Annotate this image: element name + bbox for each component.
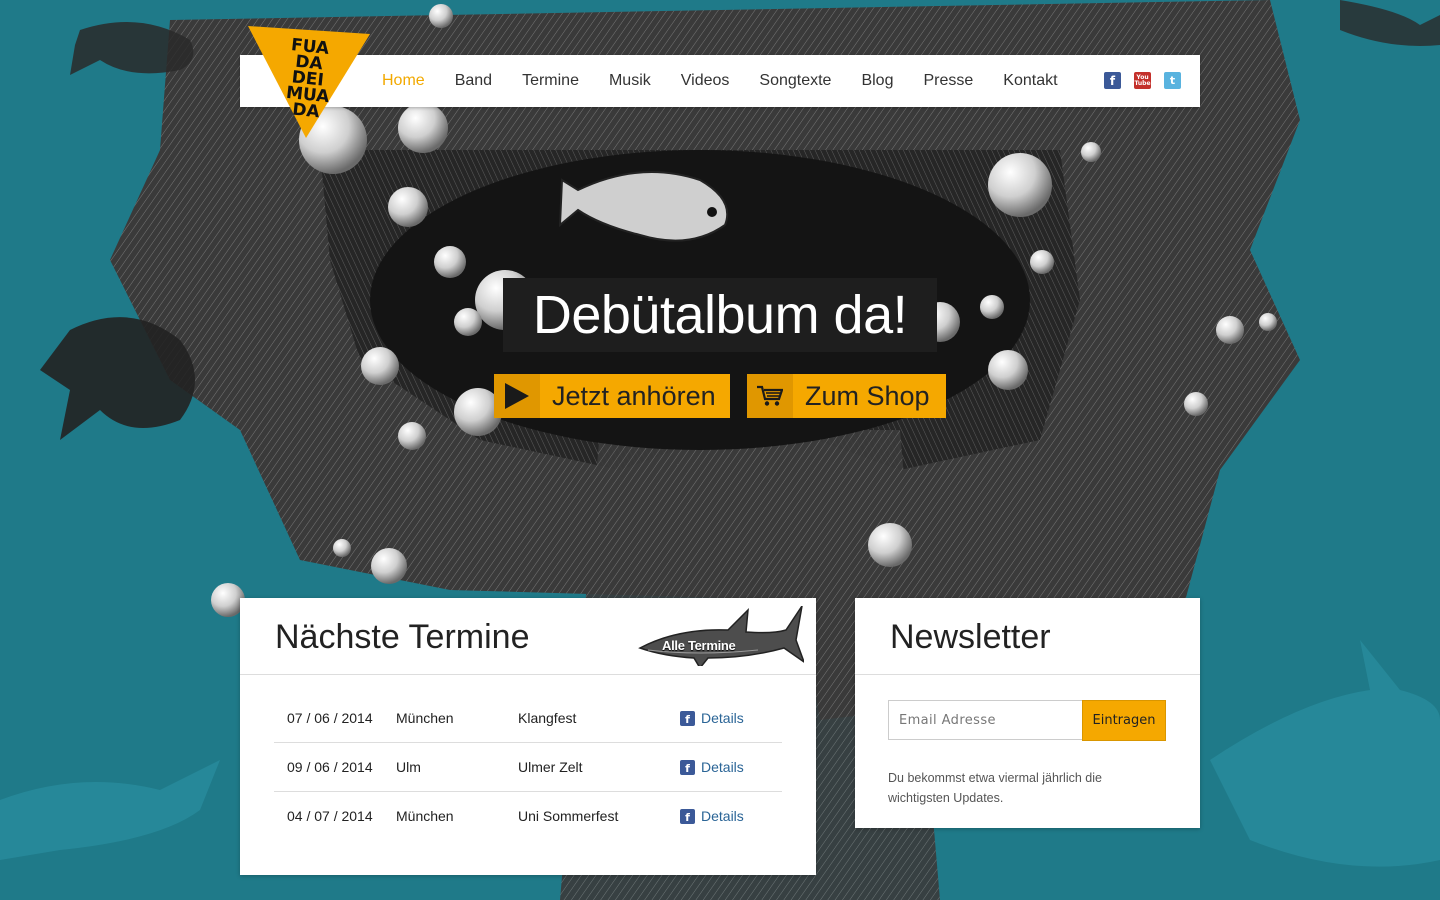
nav-band[interactable]: Band [455, 72, 492, 90]
facebook-icon: f [680, 759, 695, 775]
twitter-icon[interactable]: t [1164, 72, 1181, 89]
nav-blog[interactable]: Blog [861, 72, 893, 90]
details-link[interactable]: f Details [680, 710, 782, 726]
youtube-icon[interactable]: You Tube [1134, 72, 1151, 89]
nav-presse[interactable]: Presse [923, 72, 973, 90]
facebook-icon: f [680, 710, 695, 726]
shop-label: Zum Shop [805, 380, 930, 411]
all-dates-label: Alle Termine [662, 638, 736, 653]
svg-text:DA: DA [291, 100, 321, 123]
email-field[interactable] [888, 700, 1082, 740]
date-cell: 04 / 07 / 2014 [274, 791, 396, 840]
details-link[interactable]: f Details [680, 759, 782, 775]
city-cell: Ulm [396, 742, 518, 792]
nav-home[interactable]: Home [382, 72, 425, 90]
details-cell: f Details [680, 791, 782, 840]
details-label: Details [701, 808, 744, 824]
event-cell: Uni Sommerfest [518, 791, 680, 840]
details-cell: f Details [680, 694, 782, 743]
event-cell: Ulmer Zelt [518, 742, 680, 792]
shark-icon [638, 605, 806, 670]
facebook-icon[interactable]: f [1104, 72, 1121, 89]
nav-termine[interactable]: Termine [522, 72, 579, 90]
details-link[interactable]: f Details [680, 808, 782, 824]
facebook-icon: f [680, 808, 695, 824]
band-logo[interactable]: FUA DA DEI MUA DA [248, 26, 370, 138]
dates-table: 07 / 06 / 2014 München Klangfest f Detai… [274, 694, 782, 840]
date-cell: 09 / 06 / 2014 [274, 742, 396, 792]
shop-button[interactable]: Zum Shop [747, 374, 946, 418]
nav-videos[interactable]: Videos [681, 72, 730, 90]
table-row: 04 / 07 / 2014 München Uni Sommerfest f … [274, 791, 782, 840]
subscribe-button[interactable]: Eintragen [1082, 700, 1166, 741]
table-row: 09 / 06 / 2014 Ulm Ulmer Zelt f Details [274, 742, 782, 792]
newsletter-note: Du bekommst etwa viermal jährlich die wi… [888, 770, 1102, 805]
upcoming-dates-panel: Nächste Termine Alle Termine 07 / 06 / 2… [240, 598, 816, 875]
listen-now-button[interactable]: Jetzt anhören [494, 374, 730, 418]
details-label: Details [701, 759, 744, 775]
main-menu: Home Band Termine Musik Videos Songtexte… [382, 55, 1088, 107]
shopping-cart-icon [747, 374, 793, 418]
nav-kontakt[interactable]: Kontakt [1003, 72, 1057, 90]
youtube-icon-bottom: Tube [1134, 79, 1151, 87]
upcoming-dates-title: Nächste Termine [275, 618, 530, 656]
table-row: 07 / 06 / 2014 München Klangfest f Detai… [274, 694, 782, 743]
panel-divider [855, 674, 1200, 675]
city-cell: München [396, 710, 454, 726]
city-cell: München [396, 791, 518, 840]
hero-title: Debütalbum da! [503, 278, 937, 352]
play-icon [494, 374, 540, 418]
details-label: Details [701, 710, 744, 726]
event-cell: Klangfest [518, 710, 577, 726]
newsletter-title: Newsletter [890, 618, 1051, 656]
all-dates-button[interactable]: Alle Termine [638, 605, 806, 670]
nav-songtexte[interactable]: Songtexte [759, 72, 831, 90]
nav-musik[interactable]: Musik [609, 72, 651, 90]
panel-divider [240, 674, 816, 675]
details-cell: f Details [680, 742, 782, 792]
newsletter-panel: Newsletter Eintragen Du bekommst etwa vi… [855, 598, 1200, 828]
date-cell: 07 / 06 / 2014 [287, 710, 373, 726]
listen-now-label: Jetzt anhören [552, 380, 716, 411]
